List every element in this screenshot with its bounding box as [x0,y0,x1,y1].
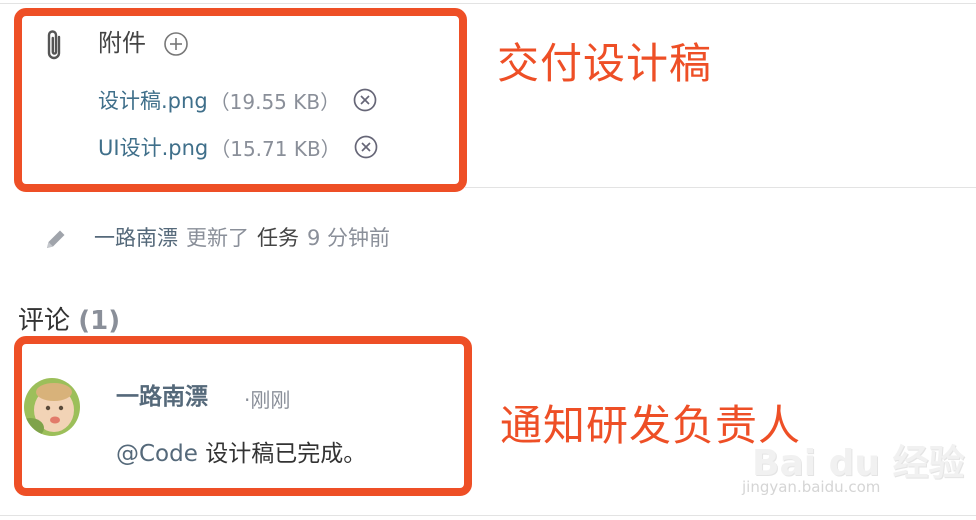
comments-title: 评论 [18,306,71,336]
callout-label-deliver: 交付设计稿 [497,39,713,88]
section-divider [465,187,976,188]
activity-verb: 更新了 [186,226,249,250]
activity-user[interactable]: 一路南漂 [94,222,178,254]
watermark-url: jingyan.baidu.com [742,478,881,496]
bottom-divider [0,515,976,516]
pencil-icon [43,226,69,252]
top-divider [0,3,976,4]
comments-count: (1) [78,306,121,336]
attachments-callout-box [14,8,467,192]
activity-log: 一路南漂 更新了 任务 9 分钟前 [94,222,390,254]
comment-callout-box [14,336,472,496]
activity-object: 任务 [257,226,299,250]
activity-time: 9 分钟前 [307,226,391,250]
comments-heading: 评论 (1) [18,303,120,339]
